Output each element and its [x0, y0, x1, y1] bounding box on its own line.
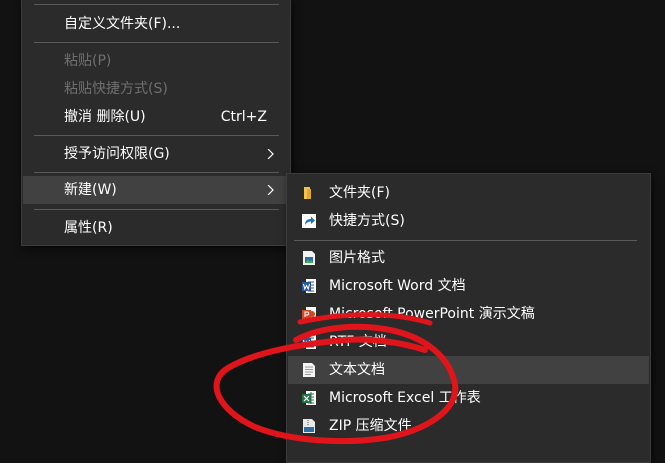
folder-icon [304, 187, 311, 199]
menu-separator [34, 42, 279, 43]
new-powerpoint-label: Microsoft PowerPoint 演示文稿 [329, 306, 535, 322]
shortcut-icon [302, 214, 316, 228]
zip-icon [303, 419, 315, 433]
menu-separator [34, 135, 279, 136]
new-text-document-label: 文本文档 [329, 362, 385, 378]
new-excel-item[interactable]: Microsoft Excel 工作表 [288, 384, 649, 412]
powerpoint-icon [302, 307, 316, 321]
new-text-document-item[interactable]: 文本文档 [288, 356, 649, 384]
new-word-doc-label: Microsoft Word 文档 [329, 278, 466, 294]
customize-folder-item[interactable]: 自定义文件夹(F)... [23, 10, 289, 38]
new-item[interactable]: 新建(W) [23, 176, 289, 204]
chevron-right-icon [267, 185, 274, 195]
new-image-item[interactable]: 图片格式 [288, 244, 649, 272]
image-file-icon [303, 251, 315, 265]
new-shortcut-item[interactable]: 快捷方式(S) [288, 207, 649, 235]
menu-separator [34, 209, 279, 210]
properties-item[interactable]: 属性(R) [23, 214, 289, 242]
new-label: 新建(W) [64, 182, 117, 198]
new-folder-item[interactable]: 文件夹(F) [288, 179, 649, 207]
new-zip-label: ZIP 压缩文件 [329, 418, 412, 434]
new-word-doc-item[interactable]: Microsoft Word 文档 [288, 272, 649, 300]
new-rtf-label: RTF 文档 [329, 334, 387, 350]
paste-item: 粘贴(P) [64, 53, 112, 69]
paste-shortcut-item: 粘贴快捷方式(S) [64, 81, 168, 97]
new-image-label: 图片格式 [329, 250, 385, 266]
menu-separator [34, 172, 279, 173]
new-excel-label: Microsoft Excel 工作表 [329, 390, 481, 406]
new-zip-item[interactable]: ZIP 压缩文件 [288, 412, 649, 440]
excel-icon [302, 391, 316, 405]
new-powerpoint-item[interactable]: Microsoft PowerPoint 演示文稿 [288, 300, 649, 328]
new-submenu: 文件夹(F) 快捷方式(S) 图片格式 Microsoft Word 文档 Mi… [286, 173, 651, 463]
rtf-icon [302, 335, 316, 349]
word-icon [302, 279, 316, 293]
grant-access-label: 授予访问权限(G) [64, 146, 170, 162]
context-menu: 自定义文件夹(F)... 粘贴(P) 粘贴快捷方式(S) 撤消 删除(U) Ct… [21, 0, 291, 246]
chevron-right-icon [267, 149, 274, 159]
new-shortcut-label: 快捷方式(S) [329, 213, 405, 229]
text-document-icon [303, 363, 315, 377]
undo-delete-item[interactable]: 撤消 删除(U) Ctrl+Z [23, 103, 289, 131]
menu-separator [294, 240, 637, 241]
grant-access-item[interactable]: 授予访问权限(G) [23, 140, 289, 168]
new-folder-label: 文件夹(F) [329, 185, 390, 201]
new-rtf-item[interactable]: RTF 文档 [288, 328, 649, 356]
undo-shortcut-text: Ctrl+Z [220, 109, 267, 125]
menu-separator [34, 4, 279, 5]
undo-delete-label: 撤消 删除(U) [64, 109, 146, 125]
